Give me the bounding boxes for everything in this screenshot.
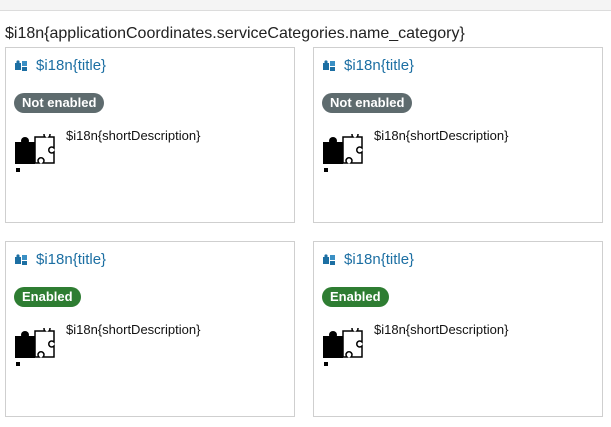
status-badge: Not enabled <box>14 93 105 113</box>
puzzle-icon <box>323 328 363 366</box>
service-card: $i18n{title} Not enabled $i18n{shortDesc… <box>5 47 295 223</box>
card-title-text: $i18n{title} <box>36 251 107 268</box>
card-title-link[interactable]: $i18n{title} <box>14 57 106 74</box>
short-description: $i18n{shortDescription} <box>374 128 509 143</box>
card-title-text: $i18n{title} <box>36 57 107 74</box>
card-title-link[interactable]: $i18n{title} <box>14 251 106 268</box>
short-description: $i18n{shortDescription} <box>374 322 509 337</box>
puzzle-icon <box>15 134 55 172</box>
plugin-icon <box>15 59 27 71</box>
top-toolbar-strip <box>0 0 611 11</box>
service-card: $i18n{title} Enabled $i18n{shortDescript… <box>313 241 603 417</box>
card-title-text: $i18n{title} <box>344 57 415 74</box>
status-badge: Enabled <box>14 287 81 307</box>
puzzle-icon <box>323 134 363 172</box>
short-description: $i18n{shortDescription} <box>66 322 201 337</box>
puzzle-icon <box>15 328 55 366</box>
card-title-text: $i18n{title} <box>344 251 415 268</box>
service-card: $i18n{title} Enabled $i18n{shortDescript… <box>5 241 295 417</box>
short-description: $i18n{shortDescription} <box>66 128 201 143</box>
card-title-link[interactable]: $i18n{title} <box>322 251 414 268</box>
status-badge: Not enabled <box>322 93 413 113</box>
category-heading: $i18n{applicationCoordinates.serviceCate… <box>5 25 465 42</box>
status-badge: Enabled <box>322 287 389 307</box>
plugin-icon <box>323 253 335 265</box>
card-title-link[interactable]: $i18n{title} <box>322 57 414 74</box>
service-card: $i18n{title} Not enabled $i18n{shortDesc… <box>313 47 603 223</box>
plugin-icon <box>15 253 27 265</box>
plugin-icon <box>323 59 335 71</box>
